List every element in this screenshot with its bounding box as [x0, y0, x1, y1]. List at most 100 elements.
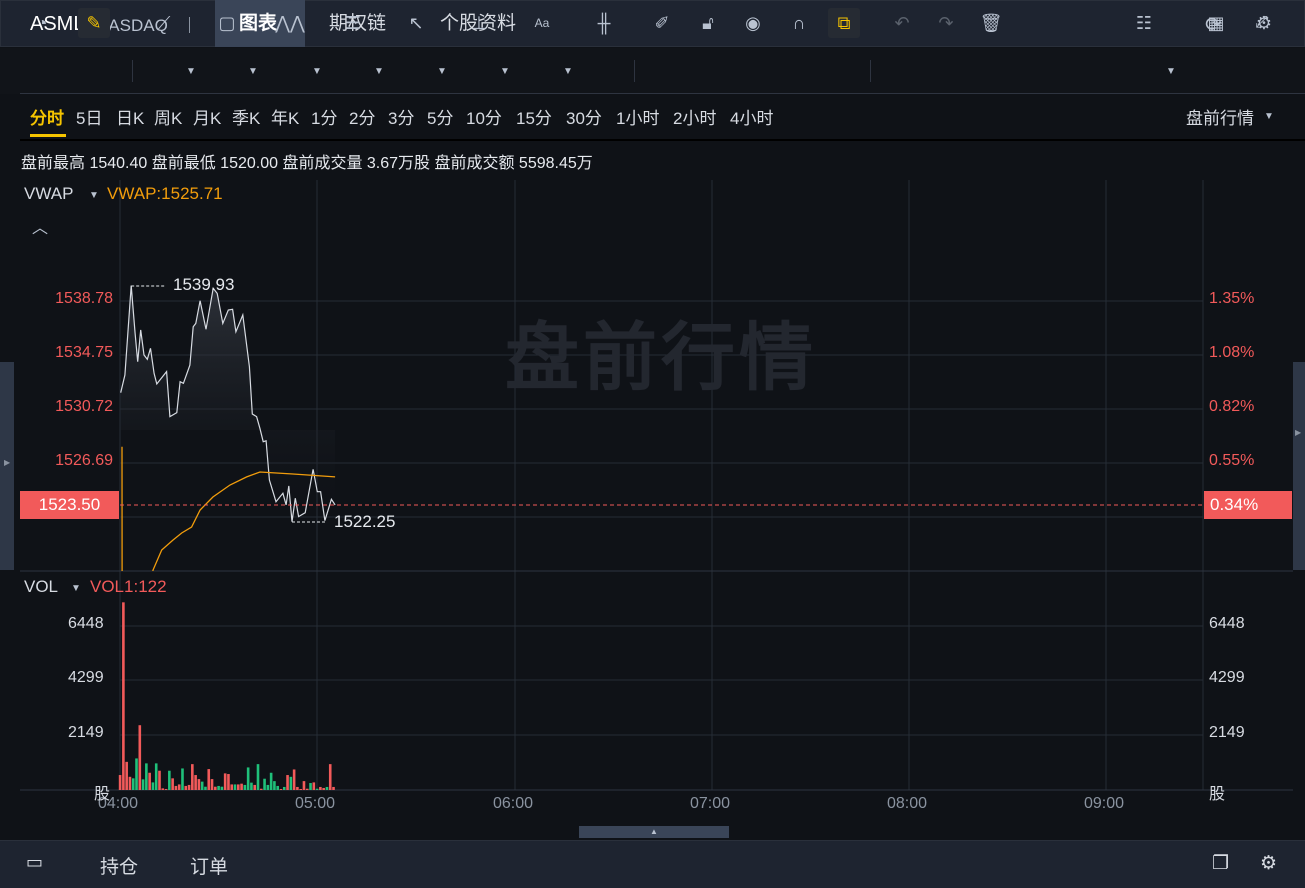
volume-bar [141, 779, 145, 790]
price-chart[interactable] [0, 0, 1305, 888]
volume-bar [181, 768, 184, 790]
volume-bar [145, 763, 148, 790]
volume-bar [286, 775, 289, 790]
volume-bar [302, 781, 306, 790]
vol-indicator-name[interactable]: VOL [24, 577, 58, 597]
volume-bar [168, 770, 171, 790]
time-axis-label: 05:00 [295, 795, 336, 812]
volume-bar [273, 781, 276, 790]
vol-unit-right: 股 [1209, 786, 1226, 803]
low-label: 1522.25 [334, 512, 396, 531]
volume-bar [158, 770, 161, 790]
volume-bar [246, 767, 250, 790]
price-axis-label: 1530.72 [55, 398, 113, 415]
volume-bar [315, 788, 319, 790]
volume-bar [161, 788, 165, 790]
right-panel-handle[interactable]: ▶ [1293, 362, 1305, 570]
volume-bar [154, 763, 158, 790]
volume-bar [266, 784, 270, 790]
volume-bar [171, 778, 174, 790]
volume-bar [269, 772, 273, 790]
pct-axis-label: 1.08% [1209, 344, 1255, 361]
time-axis-label: 06:00 [493, 795, 534, 812]
volume-bar [135, 758, 138, 790]
volume-bar [210, 779, 214, 790]
volume-bar [312, 782, 316, 790]
vol-axis-label: 2149 [68, 724, 104, 741]
volume-bar [253, 784, 257, 790]
volume-bar [131, 778, 135, 790]
pct-axis-label: 0.82% [1209, 398, 1255, 415]
volume-bar [118, 775, 122, 790]
vol-axis-label: 6448 [68, 615, 104, 632]
current-price-label: 1523.50 [20, 491, 119, 519]
volume-bar [220, 786, 224, 790]
price-axis-label: 1526.69 [55, 452, 113, 469]
vol-axis-label: 6448 [1209, 615, 1245, 632]
pct-axis-label: 1.35% [1209, 290, 1255, 307]
volume-bar [151, 782, 155, 790]
volume-bar [230, 784, 234, 790]
volume-bar [233, 784, 237, 790]
volume-bar [125, 761, 128, 790]
time-axis-label: 08:00 [887, 795, 928, 812]
volume-bar [250, 782, 253, 790]
volume-bar [259, 788, 263, 790]
volume-bar [191, 764, 194, 790]
watermark: 盘前行情 [505, 316, 817, 399]
price-axis-label: 1538.78 [55, 290, 113, 307]
sidebar-toggle-icon[interactable]: ▭ [26, 852, 43, 873]
volume-bar [263, 778, 266, 790]
volume-bar [332, 786, 335, 790]
volume-bar [214, 786, 217, 790]
volume-bar [243, 784, 247, 790]
volume-bar [204, 786, 207, 790]
volume-bar [282, 786, 286, 790]
volume-bar [223, 773, 227, 790]
volume-bar [200, 781, 204, 790]
orders-tab[interactable]: 订单 [190, 852, 228, 879]
window-icon[interactable]: ❐ [1212, 852, 1229, 875]
volume-bar [276, 785, 279, 790]
pct-axis-label: 0.55% [1209, 452, 1255, 469]
volume-bar [328, 764, 332, 790]
left-panel-handle[interactable]: ▶ [0, 362, 14, 570]
chevron-down-icon[interactable]: ▼ [71, 583, 81, 594]
vol-axis-label: 4299 [68, 669, 104, 686]
volume-bar [197, 779, 201, 790]
indicator-name[interactable]: VWAP [24, 184, 73, 204]
vol-axis-label: 2149 [1209, 724, 1245, 741]
volume-bar [217, 785, 220, 790]
volume-bar [138, 725, 142, 790]
volume-bar [319, 786, 322, 790]
volume-bar [227, 774, 230, 790]
volume-bar [309, 783, 312, 790]
volume-bar [164, 788, 168, 790]
volume-bar [240, 783, 243, 790]
volume-bar [279, 788, 283, 790]
volume-bar [322, 787, 325, 790]
volume-bar [148, 772, 151, 790]
volume-bar [187, 784, 191, 790]
scroll-handle[interactable]: ▲ [579, 826, 729, 838]
current-pct-label: 0.34% [1204, 491, 1292, 519]
vol-value: VOL1:122 [90, 577, 167, 596]
positions-tab[interactable]: 持仓 [100, 852, 138, 879]
collapse-icon[interactable]: ︿ [32, 214, 48, 238]
volume-bar [177, 784, 181, 790]
volume-bar [292, 769, 296, 790]
time-axis-label: 07:00 [690, 795, 731, 812]
volume-bar [305, 788, 309, 790]
volume-bar [207, 769, 211, 790]
volume-bar [194, 775, 197, 790]
volume-bar [325, 786, 329, 790]
vol-axis-label: 4299 [1209, 669, 1245, 686]
vwap-value: VWAP:1525.71 [107, 184, 223, 203]
volume-bar [122, 602, 125, 790]
settings-icon[interactable]: ⚙ [1260, 852, 1277, 875]
vol-unit-left: 股 [94, 786, 111, 803]
volume-bar [128, 776, 132, 790]
volume-bar [256, 764, 260, 790]
chevron-down-icon[interactable]: ▼ [89, 190, 99, 201]
time-axis-label: 09:00 [1084, 795, 1125, 812]
